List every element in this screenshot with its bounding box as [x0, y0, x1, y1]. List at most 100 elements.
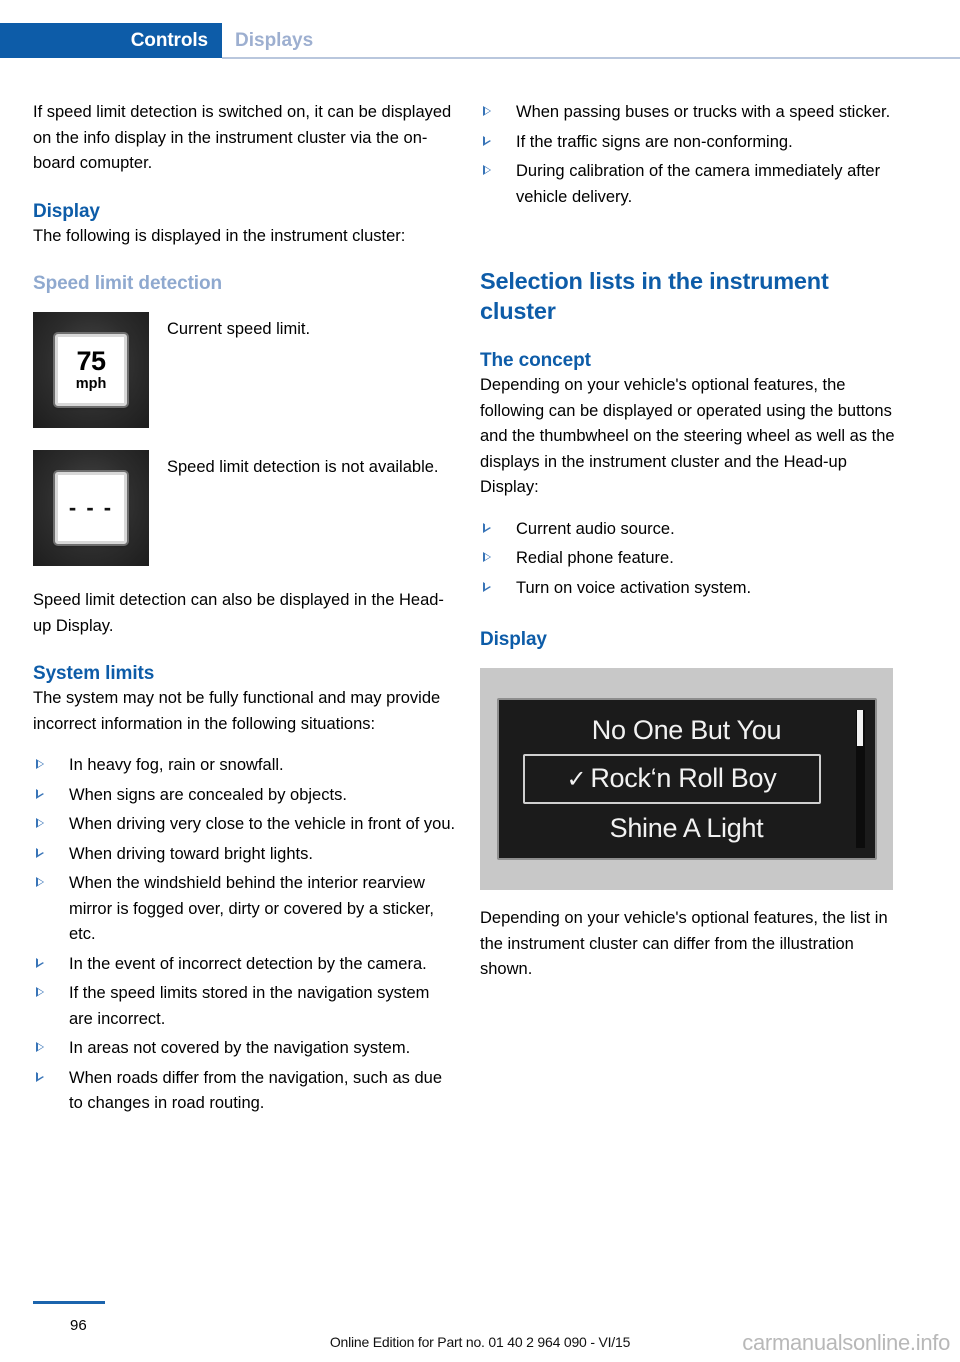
checkmark-icon: ✓ [566, 766, 587, 793]
triangle-bullet-icon [36, 877, 44, 887]
list-item-label: When passing buses or trucks with a spee… [516, 103, 891, 121]
figure-caption: Speed limit detection is not available. [167, 458, 439, 476]
list-item: When passing buses or trucks with a spee… [480, 100, 904, 126]
list-item-label: During calibration of the camera immedia… [516, 162, 881, 206]
list-item-label: In areas not covered by the navigation s… [69, 1039, 411, 1057]
list-item-label: When driving very close to the vehicle i… [69, 815, 456, 833]
triangle-bullet-icon [36, 759, 44, 769]
heading-the-concept: The concept [480, 350, 591, 371]
watermark: carmanualsonline.info [742, 1330, 950, 1355]
heading-speed-limit-detection: Speed limit detection [33, 273, 222, 294]
page-title: Selection lists in the instrument cluste… [480, 268, 829, 324]
list-item-label: If the speed limits stored in the naviga… [69, 984, 430, 1028]
footer-divider [33, 1301, 105, 1304]
list-item: Current audio source. [480, 517, 904, 543]
tab-displays[interactable]: Displays [222, 23, 314, 58]
concept-list: Current audio source. Redial phone featu… [480, 517, 904, 602]
triangle-bullet-icon [36, 847, 44, 858]
speed-limit-unavailable-icon: - - - [33, 450, 149, 566]
list-item-label: Current audio source. [516, 519, 675, 538]
list-item: When driving toward bright lights. [33, 842, 457, 868]
list-item-label: When roads differ from the navigation, s… [69, 1068, 442, 1113]
speed-limit-sign-icon: 75 mph [33, 312, 149, 428]
triangle-bullet-icon [36, 1071, 44, 1082]
triangle-bullet-icon [483, 135, 491, 146]
triangle-bullet-icon [36, 788, 44, 799]
list-item: If the speed limits stored in the naviga… [33, 981, 457, 1032]
list-item: During calibration of the camera immedia… [480, 159, 904, 210]
display-paragraph: The following is displayed in the instru… [33, 226, 406, 245]
list-item: In areas not covered by the navigation s… [33, 1036, 457, 1062]
sign-dashes: - - - [68, 495, 114, 520]
heading-display-left: Display [33, 200, 100, 222]
list-item: When signs are concealed by objects. [33, 783, 457, 809]
list-item: Turn on voice activation system. [480, 576, 904, 602]
figure-row-current-speed-limit: 75 mph Current speed limit. [33, 312, 457, 428]
cluster-list-item-label: Rock‘n Roll Boy [590, 763, 777, 793]
manual-page: Controls Displays If speed limit detecti… [0, 0, 960, 1362]
figure-caption: Current speed limit. [167, 320, 311, 338]
list-item-label: In the event of incorrect detection by t… [69, 954, 427, 973]
tab-controls[interactable]: Controls [0, 23, 222, 58]
right-column: When passing buses or trucks with a spee… [480, 100, 904, 983]
intro-paragraph: If speed limit detection is switched on,… [33, 103, 452, 172]
triangle-bullet-icon [36, 818, 44, 828]
system-limits-list-continued: When passing buses or trucks with a spee… [480, 100, 904, 210]
triangle-bullet-icon [36, 987, 44, 997]
list-item: Redial phone feature. [480, 546, 904, 572]
list-item-label: Redial phone feature. [516, 549, 674, 567]
left-column: If speed limit detection is switched on,… [33, 100, 457, 1121]
cluster-list-item: Shine A Light [609, 813, 764, 843]
concept-paragraph: Depending on your vehicle's optional fea… [480, 376, 895, 496]
list-item: When the windshield behind the interior … [33, 871, 457, 948]
header-divider [222, 57, 960, 59]
sign-unit: mph [75, 376, 107, 393]
list-item: When roads differ from the navigation, s… [33, 1066, 457, 1117]
sign-plate: 75 mph [55, 334, 127, 406]
list-item-label: When signs are concealed by objects. [69, 785, 347, 804]
triangle-bullet-icon [483, 106, 491, 116]
sign-plate: - - - [55, 472, 127, 544]
list-item-label: When the windshield behind the interior … [69, 874, 434, 943]
closing-paragraph: Depending on your vehicle's optional fea… [480, 909, 888, 978]
triangle-bullet-icon [483, 552, 491, 562]
page-header: Controls Displays [0, 0, 960, 63]
heading-display-right: Display [480, 629, 547, 650]
cluster-screen: No One But You ✓ Rock‘n Roll Boy Shine A … [496, 698, 877, 860]
cluster-list-item: No One But You [591, 715, 782, 745]
cluster-list-item-selected: ✓ Rock‘n Roll Boy [522, 754, 821, 804]
triangle-bullet-icon [36, 957, 44, 968]
list-item-label: When driving toward bright lights. [69, 844, 313, 863]
triangle-bullet-icon [36, 1042, 44, 1052]
head-up-display-paragraph: Speed limit detection can also be displa… [33, 591, 444, 635]
instrument-cluster-illustration: No One But You ✓ Rock‘n Roll Boy Shine A … [480, 668, 893, 890]
list-item-label: If the traffic signs are non-conforming. [516, 132, 793, 151]
triangle-bullet-icon [483, 581, 491, 592]
list-item: In heavy fog, rain or snowfall. [33, 753, 457, 779]
page-number: 96 [70, 1317, 87, 1334]
cluster-scrollbar [855, 710, 865, 848]
cluster-scrollbar-thumb [856, 710, 863, 746]
sign-number: 75 [76, 346, 106, 377]
system-limits-list: In heavy fog, rain or snowfall. When sig… [33, 753, 457, 1117]
system-limits-paragraph: The system may not be fully functional a… [33, 689, 441, 733]
triangle-bullet-icon [483, 165, 491, 175]
heading-system-limits: System limits [33, 663, 155, 684]
list-item-label: Turn on voice activation system. [516, 578, 752, 597]
triangle-bullet-icon [483, 522, 491, 533]
list-item: In the event of incorrect detection by t… [33, 952, 457, 978]
